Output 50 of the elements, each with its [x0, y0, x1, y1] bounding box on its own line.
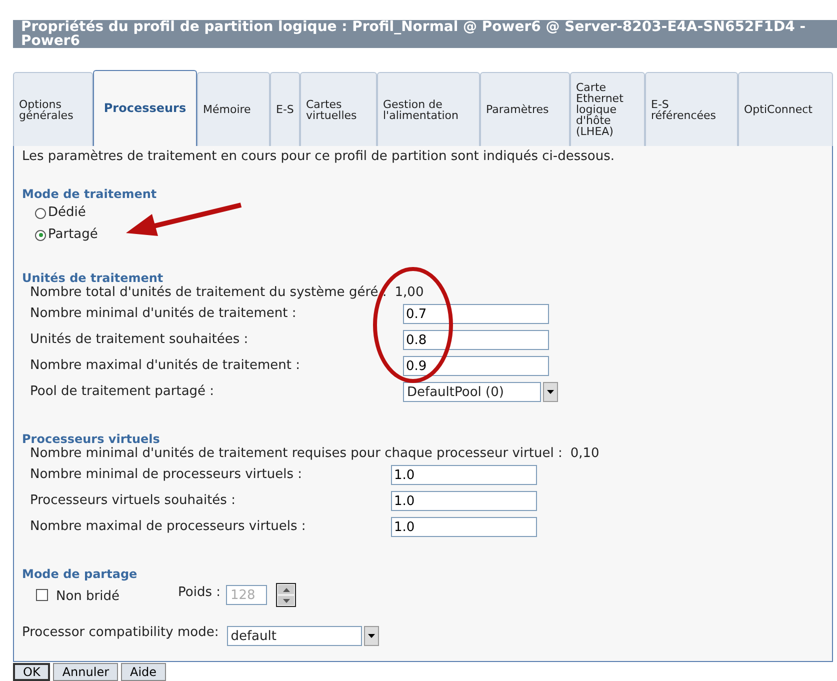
input-field[interactable]: 1.0: [391, 491, 537, 511]
checkbox[interactable]: [36, 589, 48, 601]
input-field[interactable]: 0.9: [403, 356, 549, 376]
section-heading: Processeurs virtuels: [22, 431, 161, 446]
tab[interactable]: Options générales: [13, 72, 93, 146]
field-label: Processeurs virtuels souhaités :: [30, 493, 236, 509]
radio-button[interactable]: [35, 208, 46, 218]
caret-icon: [547, 390, 554, 394]
input-field[interactable]: 1.0: [391, 465, 537, 485]
section-heading: Mode de traitement: [22, 186, 158, 202]
tab[interactable]: Carte Ethernet logique d'hôte (LHEA): [570, 72, 645, 146]
input-field[interactable]: 0.7: [403, 304, 549, 324]
tab[interactable]: Gestion de l'alimentation: [377, 72, 480, 146]
caret-icon: [368, 634, 375, 638]
description-text: Les paramètres de traitement en cours pour ce profil de partition sont indiqués ci-dessous.: [22, 149, 616, 165]
tab[interactable]: Processeurs: [93, 70, 197, 146]
tab[interactable]: Cartes virtuelles: [300, 72, 377, 146]
dropdown[interactable]: DefaultPool (0): [403, 382, 541, 402]
tab[interactable]: Paramètres: [480, 72, 570, 146]
field-label: Nombre maximal de processeurs virtuels :: [30, 519, 307, 535]
dropdown-button[interactable]: [543, 382, 558, 402]
field-label: Nombre maximal d'unités de traitement :: [30, 358, 302, 374]
field-label: Processor compatibility mode:: [22, 625, 219, 641]
value-text: 0,10: [570, 446, 600, 462]
spinner[interactable]: [276, 583, 296, 607]
checkbox-label: Non bridé: [56, 589, 121, 605]
field-label: Nombre minimal d'unités de traitement requises pour chaque processeur virtuel :: [30, 446, 562, 462]
tab[interactable]: E-S référencées: [645, 72, 738, 146]
field-label: Unités de traitement souhaitées :: [30, 332, 250, 348]
window-title: Propriétés du profil de partition logique : Profil_Normal @ Power6 @ Server-8203-E4A-SN652F1D4 - Power6: [13, 20, 837, 48]
dialog-button[interactable]: OK: [13, 663, 50, 681]
section-heading: Mode de partage: [22, 566, 138, 582]
field-label: Poids :: [178, 585, 220, 601]
value-text: 1,00: [394, 284, 424, 300]
radio-button[interactable]: [35, 230, 46, 240]
radio-option[interactable]: Dédié: [35, 202, 86, 224]
radio-option[interactable]: Partagé: [35, 224, 98, 246]
dialog-button[interactable]: Annuler: [53, 663, 118, 681]
tab[interactable]: Mémoire: [197, 72, 270, 146]
field-label: Pool de traitement partagé :: [30, 384, 216, 400]
field-label: Nombre minimal d'unités de traitement :: [30, 306, 298, 322]
section-heading: Unités de traitement: [22, 270, 164, 286]
dropdown-button[interactable]: [364, 626, 379, 646]
field-label: Nombre minimal de processeurs virtuels :: [30, 467, 303, 483]
tab[interactable]: OptiConnect: [738, 72, 833, 146]
input-field[interactable]: 1.0: [391, 517, 537, 537]
dropdown[interactable]: default: [226, 626, 362, 646]
tab[interactable]: E-S: [270, 72, 300, 146]
input-field[interactable]: 0.8: [403, 330, 549, 350]
dialog-button[interactable]: Aide: [121, 663, 166, 681]
